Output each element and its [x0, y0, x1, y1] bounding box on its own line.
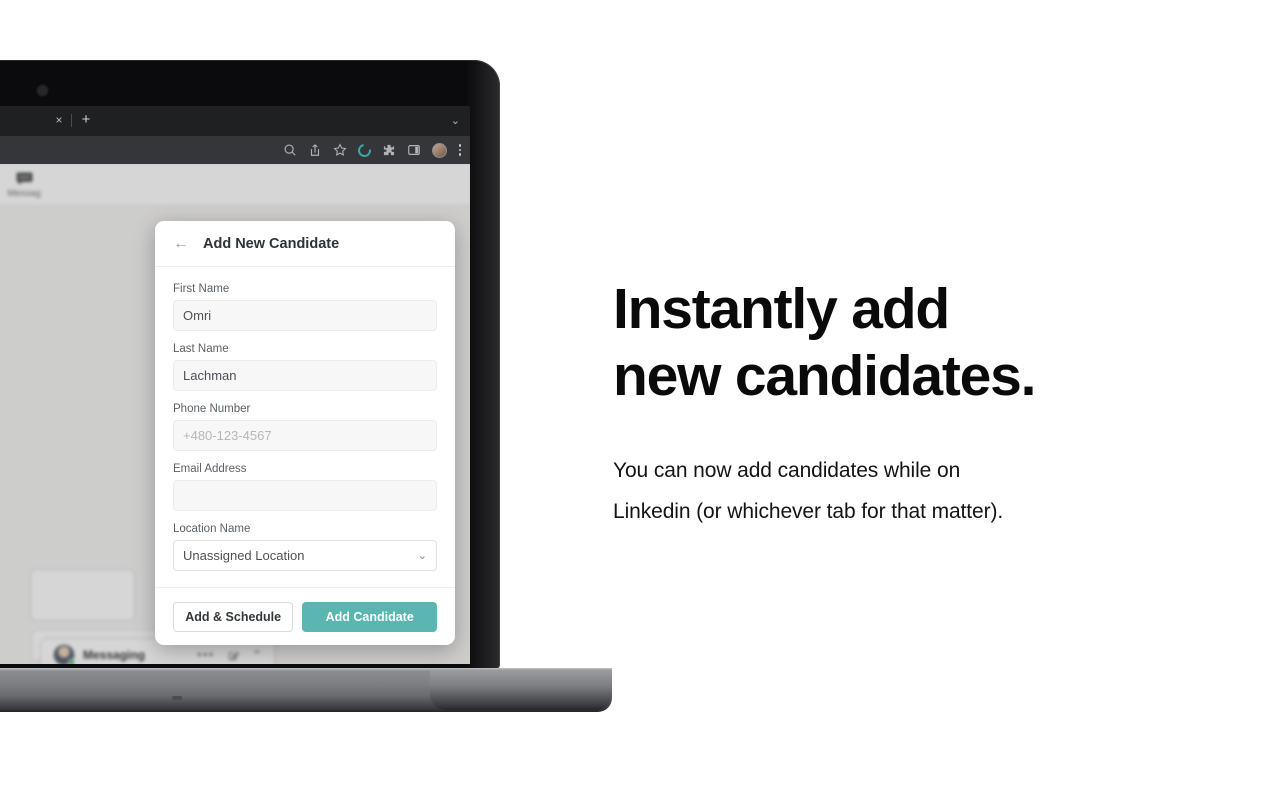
modal-footer: Add & Schedule Add Candidate	[155, 587, 455, 645]
tab-list-chevron-icon[interactable]: ⌄	[451, 114, 460, 127]
browser-window: × + ⌄ Messag Messaging ••• ⌃ ← Add New C…	[0, 106, 470, 664]
tab-close-icon[interactable]: ×	[52, 113, 66, 127]
body-copy-line-1: You can now add candidates while on	[613, 459, 961, 482]
browser-toolbar	[0, 136, 470, 164]
add-candidate-button[interactable]: Add Candidate	[302, 601, 437, 632]
marketing-copy: Instantly add new candidates. You can no…	[613, 276, 1213, 532]
share-icon[interactable]	[308, 143, 322, 157]
extension-teal-icon[interactable]	[355, 140, 374, 160]
field-label: Email Address	[173, 463, 247, 475]
zoom-icon[interactable]	[283, 143, 297, 157]
field-email-address: Email Address	[173, 463, 437, 511]
extensions-puzzle-icon[interactable]	[382, 143, 396, 157]
add-candidate-modal: ← Add New Candidate First Name Omri Last…	[155, 221, 455, 645]
add-and-schedule-button[interactable]: Add & Schedule	[173, 601, 294, 632]
chrome-menu-kebab-icon[interactable]	[458, 144, 462, 156]
field-label: First Name	[173, 283, 230, 295]
location-select[interactable]: Unassigned Location	[173, 540, 437, 571]
modal-title: Add New Candidate	[203, 235, 340, 252]
field-last-name: Last Name Lachman	[173, 343, 437, 391]
back-arrow-icon[interactable]: ←	[173, 235, 189, 252]
headline-line-1: Instantly add	[613, 277, 950, 341]
laptop-base	[0, 668, 612, 712]
side-panel-icon[interactable]	[407, 143, 421, 157]
first-name-input[interactable]: Omri	[173, 300, 437, 331]
browser-tab-strip: × + ⌄	[0, 106, 470, 136]
email-address-input[interactable]	[173, 480, 437, 511]
browser-toolbar-icons	[283, 136, 462, 164]
headline-line-2: new candidates.	[613, 344, 1037, 408]
chevron-down-icon[interactable]: ⌄	[418, 549, 427, 562]
field-first-name: First Name Omri	[173, 283, 437, 331]
lid-gloss	[466, 60, 500, 670]
field-label: Phone Number	[173, 403, 251, 415]
bookmark-star-icon[interactable]	[333, 143, 347, 157]
location-select-wrap: Unassigned Location ⌄	[173, 540, 437, 571]
body-copy-line-2: Linkedin (or whichever tab for that matt…	[613, 500, 1004, 523]
last-name-input[interactable]: Lachman	[173, 360, 437, 391]
base-vent	[172, 696, 182, 700]
base-foot	[430, 670, 612, 710]
linkedin-page: y Network Jobs Messag •• •• •••	[0, 164, 470, 664]
new-tab-button[interactable]: +	[78, 112, 94, 128]
laptop-screen: × + ⌄ Messag Messaging ••• ⌃ ← Add New C…	[0, 106, 470, 664]
poster-stage: × + ⌄ Messag Messaging ••• ⌃ ← Add New C…	[0, 0, 1280, 800]
field-location-name: Location Name Unassigned Location ⌄	[173, 523, 437, 571]
field-phone-number: Phone Number +480-123-4567	[173, 403, 437, 451]
phone-number-input[interactable]: +480-123-4567	[173, 420, 437, 451]
webcam-icon	[38, 86, 47, 95]
field-label: Location Name	[173, 523, 251, 535]
modal-body: First Name Omri Last Name Lachman Phone …	[155, 267, 455, 571]
modal-header: ← Add New Candidate	[155, 221, 455, 267]
tab-divider	[71, 114, 72, 127]
field-label: Last Name	[173, 343, 229, 355]
profile-avatar[interactable]	[432, 142, 447, 158]
